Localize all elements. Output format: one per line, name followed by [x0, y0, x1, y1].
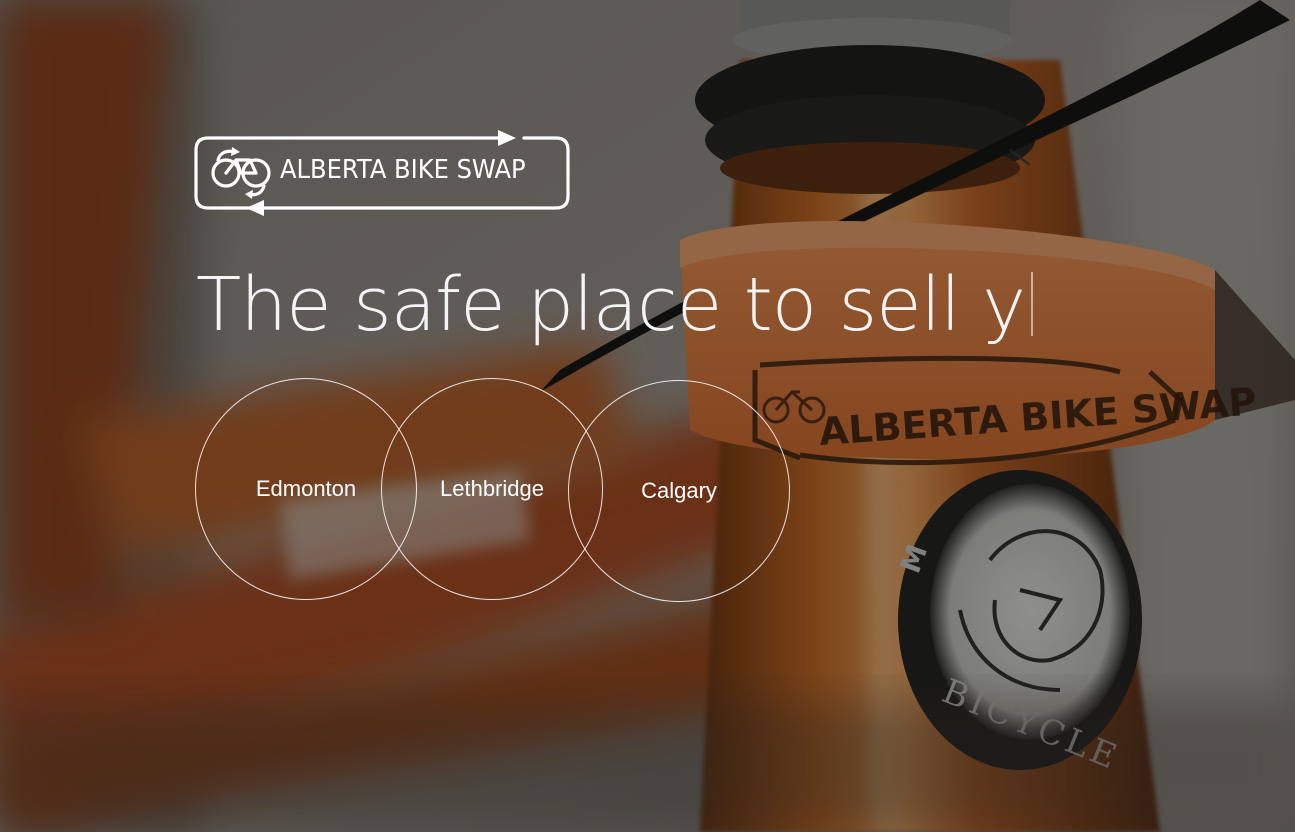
city-label-edmonton: Edmonton — [255, 476, 357, 501]
city-label-calgary: Calgary — [641, 478, 717, 503]
hero-headline: The safe place to sell y — [196, 262, 1034, 348]
city-label-lethbridge: Lethbridge — [440, 476, 544, 501]
city-button-calgary[interactable]: Calgary — [568, 380, 790, 602]
alberta-bike-swap-logo[interactable]: ALBERTA BIKE SWAP — [194, 130, 570, 216]
hero-section: ALBERTA BIKE SWAP BICYCLE M ALBERTA BIKE… — [0, 0, 1295, 832]
headline-text: The safe place to sell y — [196, 262, 1026, 348]
logo-wordmark: ALBERTA BIKE SWAP — [280, 155, 526, 185]
typing-caret — [1031, 272, 1034, 336]
